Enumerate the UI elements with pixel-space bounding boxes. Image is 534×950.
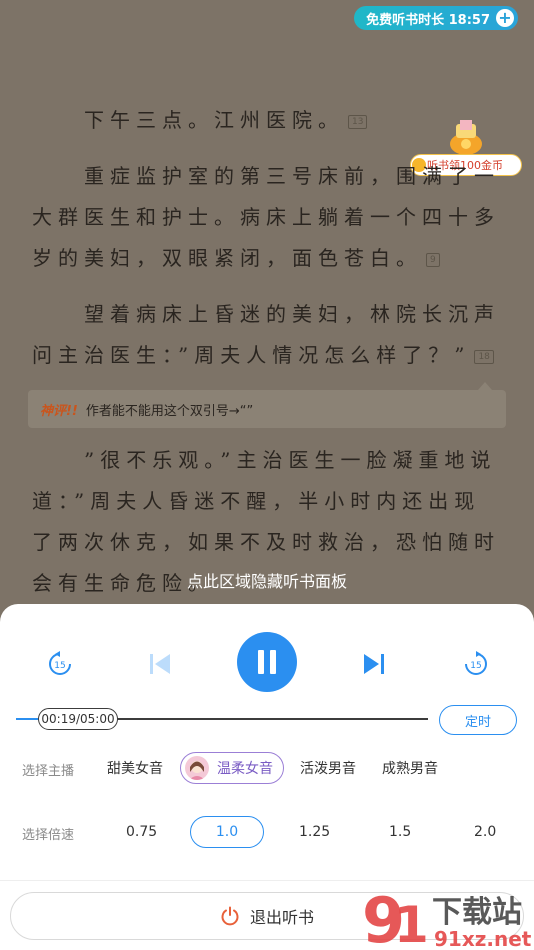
comment-count-badge[interactable]: 18: [474, 349, 494, 364]
listen-timer-pill[interactable]: 免费听书时长 18:57 +: [354, 6, 518, 30]
comment-count-badge[interactable]: 9: [426, 252, 440, 267]
voice-select-label: 选择主播: [22, 764, 75, 779]
speed-option-1-5[interactable]: 1.5: [389, 816, 411, 848]
forward-seconds-label: 15: [470, 661, 481, 671]
voice-option-mature-male[interactable]: 成熟男音: [382, 752, 438, 784]
reading-area[interactable]: 免费听书时长 18:57 + 听书领100金币 下午三点。江州医院。 13 重症监…: [0, 0, 534, 640]
fast-forward-icon: 15: [465, 651, 487, 675]
speed-option-1-0[interactable]: 1.0: [190, 816, 264, 848]
voice-avatar: [185, 756, 209, 780]
review-text: 作者能不能用这个双引号→“”: [85, 403, 254, 419]
previous-chapter-button[interactable]: [144, 648, 176, 680]
forward-15-button[interactable]: 15: [460, 648, 492, 680]
paragraph-text: 望着病床上昏迷的美妇，林院长沉声问主治医生：”周夫人情况怎么样了？”: [32, 302, 500, 367]
progress-time-thumb[interactable]: 00:19/05:00: [38, 708, 118, 730]
svg-text:91xz.net: 91xz.net: [434, 927, 532, 950]
speed-option-2-0[interactable]: 2.0: [474, 816, 496, 848]
speed-option-1-25[interactable]: 1.25: [299, 816, 330, 848]
voice-option-gentle-female[interactable]: 温柔女音: [180, 752, 284, 784]
pause-button[interactable]: [237, 632, 297, 692]
skip-previous-icon: [150, 654, 170, 674]
female-avatar-icon: [189, 761, 205, 780]
comment-count-badge[interactable]: 13: [348, 114, 368, 129]
voice-option-lively-male[interactable]: 活泼男音: [300, 752, 356, 784]
svg-text:下载站: 下载站: [432, 895, 522, 930]
paragraph-text: 下午三点。江州医院。: [84, 108, 344, 132]
rewind-seconds-label: 15: [54, 661, 65, 671]
speed-select-label: 选择倍速: [22, 828, 75, 843]
voice-option-label: 温柔女音: [217, 761, 273, 777]
divider: [0, 880, 534, 881]
speed-option-0-75[interactable]: 0.75: [126, 816, 157, 848]
pause-icon: [258, 650, 276, 674]
exit-listening-label: 退出听书: [249, 908, 314, 927]
next-chapter-button[interactable]: [358, 648, 390, 680]
watermark-logo-icon: 9 1 下载站 91xz.net: [362, 884, 532, 950]
paragraph: 重症监护室的第三号床前，围满了一大群医生和护士。病床上躺着一个四十多岁的美妇，双…: [32, 156, 504, 279]
plus-icon[interactable]: +: [496, 9, 514, 27]
skip-next-icon: [364, 654, 384, 674]
rewind-15-button[interactable]: 15: [44, 648, 76, 680]
voice-option-sweet-female[interactable]: 甜美女音: [107, 752, 163, 784]
svg-text:1: 1: [394, 896, 429, 950]
hot-review[interactable]: 神评!! 作者能不能用这个双引号→“”: [28, 390, 506, 428]
rewind-icon: 15: [49, 651, 71, 675]
sleep-timer-button[interactable]: 定时: [439, 705, 517, 735]
site-watermark-logo: 9 1 下载站 91xz.net: [360, 884, 534, 950]
paragraph: 下午三点。江州医院。 13: [32, 100, 504, 141]
review-tag: 神评!!: [40, 403, 78, 419]
paragraph: 望着病床上昏迷的美妇，林院长沉声问主治医生：”周夫人情况怎么样了？” 18: [32, 294, 504, 376]
listen-timer-label: 免费听书时长 18:57: [366, 12, 490, 28]
review-pointer: [478, 382, 492, 390]
power-icon: [221, 906, 239, 926]
hide-panel-hint[interactable]: 点此区域隐藏听书面板: [0, 568, 534, 592]
